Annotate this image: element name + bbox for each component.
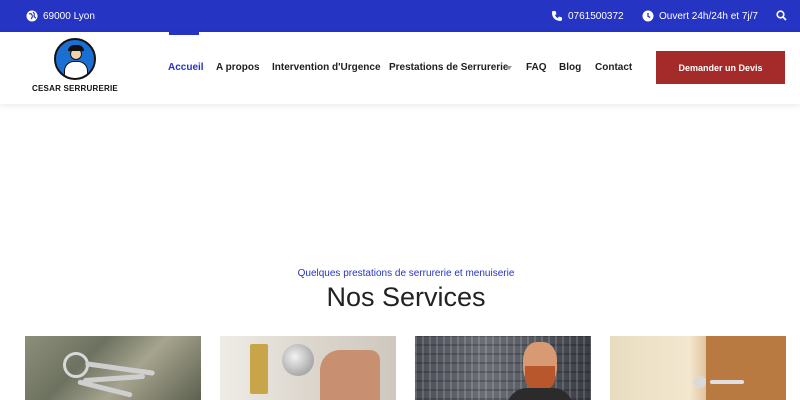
main-header: CESAR SERRURERIE Accueil A propos Interv… (0, 32, 800, 104)
nav-item-contact[interactable]: Contact (595, 62, 632, 73)
nav-item-prestations[interactable]: Prestations de Serrurerie (389, 62, 509, 73)
request-quote-button[interactable]: Demander un Devis (656, 51, 785, 84)
door-handle-image (710, 380, 744, 384)
search-icon[interactable] (776, 10, 787, 21)
service-card-lock[interactable] (220, 336, 396, 400)
hand-image (320, 350, 380, 400)
location-info: 69000 Lyon (26, 10, 95, 22)
opening-hours: Ouvert 24h/24h et 7j/7 (642, 10, 758, 22)
services-title: Nos Services (326, 282, 486, 312)
nav-item-faq[interactable]: FAQ (526, 62, 547, 73)
door-image (706, 336, 786, 400)
phone-info[interactable]: 0761500372 (551, 10, 624, 22)
hours-text: Ouvert 24h/24h et 7j/7 (659, 10, 758, 22)
logo-text: CESAR SERRURERIE (32, 84, 118, 93)
service-card-door[interactable] (610, 336, 786, 400)
nav-item-accueil[interactable]: Accueil (168, 62, 204, 73)
chevron-down-icon[interactable] (506, 66, 512, 70)
locksmith-mascot-icon (54, 38, 96, 80)
phone-number[interactable]: 0761500372 (568, 11, 624, 22)
nav-item-intervention-urgence[interactable]: Intervention d'Urgence (272, 62, 381, 73)
clock-icon (642, 10, 654, 22)
nav-item-a-propos[interactable]: A propos (216, 62, 260, 73)
active-indicator (169, 32, 199, 35)
lock-plate-image (250, 344, 268, 394)
search-button[interactable] (776, 10, 787, 21)
nav-item-blog[interactable]: Blog (559, 62, 581, 73)
globe-icon (26, 10, 38, 22)
phone-icon (551, 10, 563, 22)
service-card-keys[interactable] (25, 336, 201, 400)
site-logo[interactable]: CESAR SERRURERIE (30, 38, 120, 98)
door-knob-image (282, 344, 314, 376)
top-bar: 69000 Lyon 0761500372 Ouvert 24h/24h et … (0, 0, 800, 32)
location-text: 69000 Lyon (43, 10, 95, 22)
services-subtitle: Quelques prestations de serrurerie et me… (297, 268, 515, 279)
service-card-locksmith[interactable] (415, 336, 591, 400)
